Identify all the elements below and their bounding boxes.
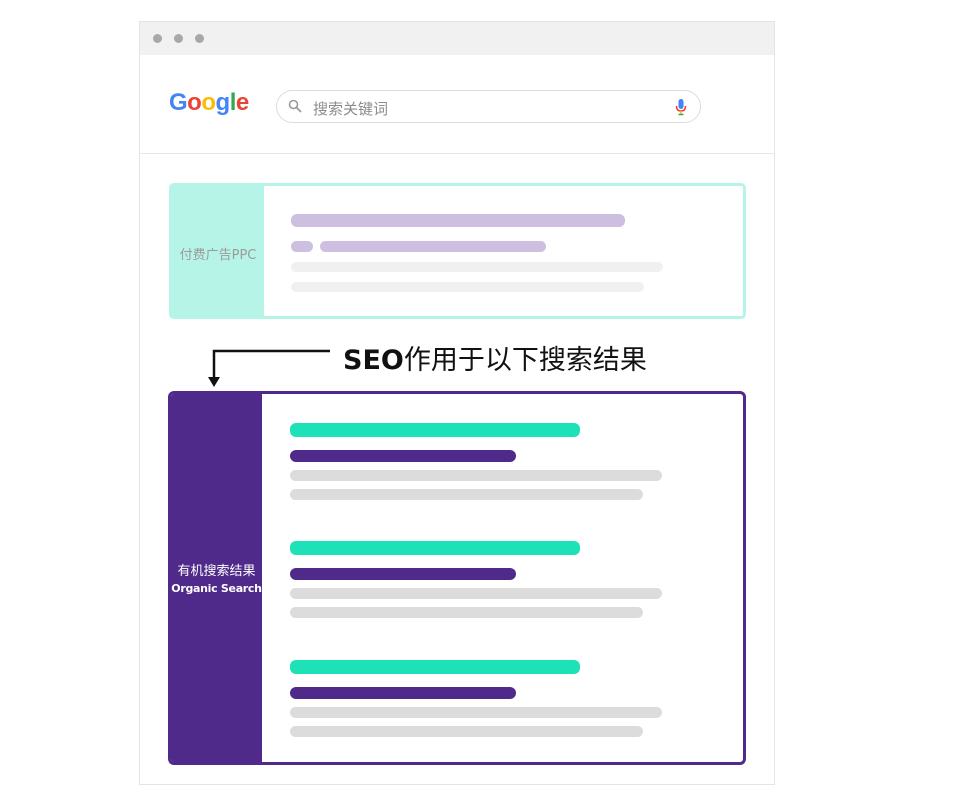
organic-text-placeholder	[290, 726, 643, 737]
organic-side-panel: 有机搜索结果 Organic Search	[171, 394, 262, 762]
search-header: Google 搜索关键词	[140, 55, 774, 154]
window-dot-icon[interactable]	[153, 34, 162, 43]
organic-title-placeholder[interactable]	[290, 423, 580, 437]
search-input[interactable]: 搜索关键词	[276, 90, 701, 123]
organic-label-cn: 有机搜索结果	[177, 564, 256, 579]
organic-text-placeholder	[290, 607, 643, 618]
logo-letter: g	[215, 89, 231, 116]
ppc-url-placeholder	[320, 241, 546, 252]
ppc-text-placeholder	[291, 282, 644, 292]
organic-title-placeholder[interactable]	[290, 541, 580, 555]
organic-label-en: Organic Search	[171, 582, 262, 595]
logo-letter: G	[169, 89, 188, 116]
logo-letter: e	[235, 89, 249, 116]
ppc-title-placeholder	[291, 214, 625, 227]
search-icon	[288, 99, 302, 113]
organic-text-placeholder	[290, 588, 662, 599]
arrow-down-left-icon	[208, 349, 330, 387]
organic-url-placeholder	[290, 450, 516, 462]
ppc-side-panel: 付费广告PPC	[172, 186, 264, 316]
ppc-text-placeholder	[291, 262, 663, 272]
organic-result-block: 有机搜索结果 Organic Search	[168, 391, 746, 765]
google-logo[interactable]: Google	[169, 89, 249, 117]
ppc-result-block: 付费广告PPC	[169, 183, 746, 319]
seo-annotation: SEO作用于以下搜索结果	[343, 338, 647, 377]
mic-icon[interactable]	[675, 98, 687, 116]
seo-annotation-rest: 作用于以下搜索结果	[403, 345, 647, 376]
seo-keyword: SEO	[343, 345, 404, 376]
organic-text-placeholder	[290, 707, 662, 718]
search-placeholder: 搜索关键词	[313, 100, 389, 118]
organic-url-placeholder	[290, 687, 516, 699]
ppc-label: 付费广告PPC	[179, 248, 257, 263]
organic-text-placeholder	[290, 489, 643, 500]
organic-url-placeholder	[290, 568, 516, 580]
organic-text-placeholder	[290, 470, 662, 481]
organic-title-placeholder[interactable]	[290, 660, 580, 674]
window-dot-icon[interactable]	[174, 34, 183, 43]
logo-letter: o	[187, 89, 202, 116]
window-dot-icon[interactable]	[195, 34, 204, 43]
logo-letter: o	[201, 89, 216, 116]
title-bar	[140, 22, 774, 55]
ppc-url-placeholder	[291, 241, 313, 252]
